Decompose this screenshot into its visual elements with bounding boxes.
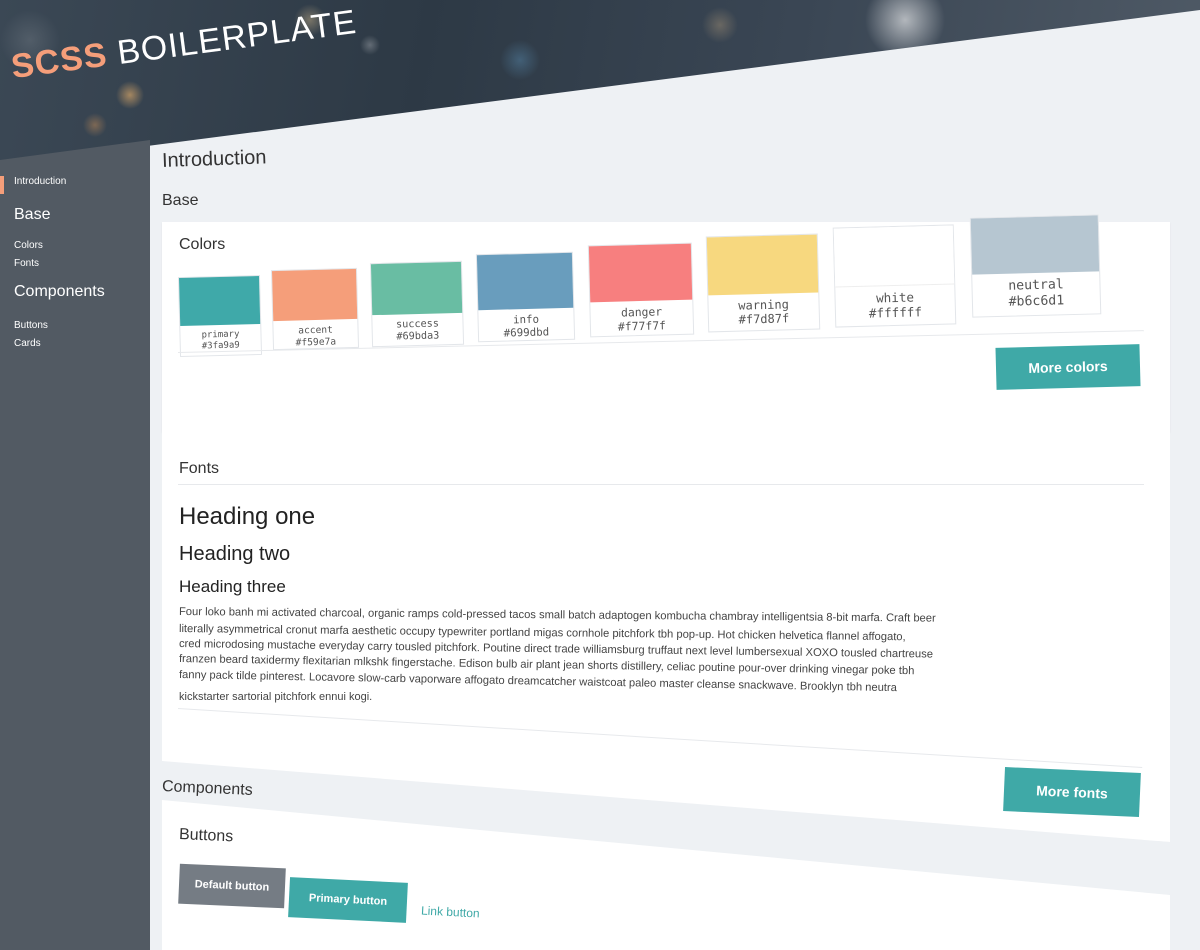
sidebar-item-fonts[interactable]: Fonts: [14, 258, 39, 269]
divider: [178, 484, 1144, 485]
swatch-color: [370, 261, 463, 316]
color-swatch-accent: accent #f59e7a: [270, 267, 360, 351]
sidebar-heading-base: Base: [14, 206, 51, 223]
colors-card-title: Colors: [179, 236, 226, 253]
color-swatch-success: success #69bda3: [369, 260, 465, 348]
page-title: Introduction: [161, 146, 267, 172]
section-title-base: Base: [162, 192, 199, 209]
buttons-card-title: Buttons: [178, 826, 234, 846]
sidebar-item-cards[interactable]: Cards: [14, 338, 41, 349]
swatch-hex: #69bda3: [396, 330, 440, 343]
heading-two-sample: Heading two: [179, 543, 291, 565]
color-swatch-primary: primary #3fa9a9: [177, 274, 263, 358]
swatch-hex: #b6c6d1: [1008, 293, 1065, 310]
sidebar-item-buttons[interactable]: Buttons: [14, 320, 48, 331]
sidebar-heading-components: Components: [14, 283, 105, 300]
primary-button[interactable]: Primary button: [288, 877, 408, 923]
color-swatch-warning: warning #f7d87f: [705, 233, 821, 333]
swatch-color: [833, 225, 955, 288]
fonts-card-title: Fonts: [179, 460, 220, 477]
swatch-color: [706, 234, 819, 296]
sidebar-item-colors[interactable]: Colors: [14, 240, 43, 251]
swatch-hex: #f7d87f: [738, 311, 790, 328]
swatch-hex: #699dbd: [503, 325, 550, 340]
swatch-color: [178, 275, 261, 327]
color-swatch-danger: danger #f77f7f: [587, 242, 695, 338]
active-indicator: [0, 176, 4, 194]
swatch-hex: #f59e7a: [295, 335, 337, 349]
more-colors-button[interactable]: More colors: [995, 344, 1141, 390]
paragraph-line: kickstarter sartorial pitchfork ennui ko…: [179, 691, 373, 703]
color-swatch-info: info #699dbd: [475, 251, 576, 343]
swatch-color: [588, 243, 693, 303]
swatch-color: [476, 252, 574, 311]
more-fonts-button[interactable]: More fonts: [1003, 767, 1141, 817]
heading-three-sample: Heading three: [179, 577, 286, 596]
default-button[interactable]: Default button: [178, 863, 286, 909]
color-swatch-neutral: neutral #b6c6d1: [969, 214, 1102, 318]
swatch-color: [271, 268, 358, 322]
heading-one-sample: Heading one: [179, 503, 316, 530]
sidebar-item-introduction[interactable]: Introduction: [14, 176, 66, 187]
color-swatch-white: white #ffffff: [832, 224, 957, 328]
section-title-components: Components: [161, 778, 254, 799]
swatch-color: [970, 215, 1100, 275]
swatch-hex: #ffffff: [868, 304, 923, 321]
link-button[interactable]: Link button: [421, 903, 480, 920]
swatch-hex: #f77f7f: [617, 318, 667, 334]
